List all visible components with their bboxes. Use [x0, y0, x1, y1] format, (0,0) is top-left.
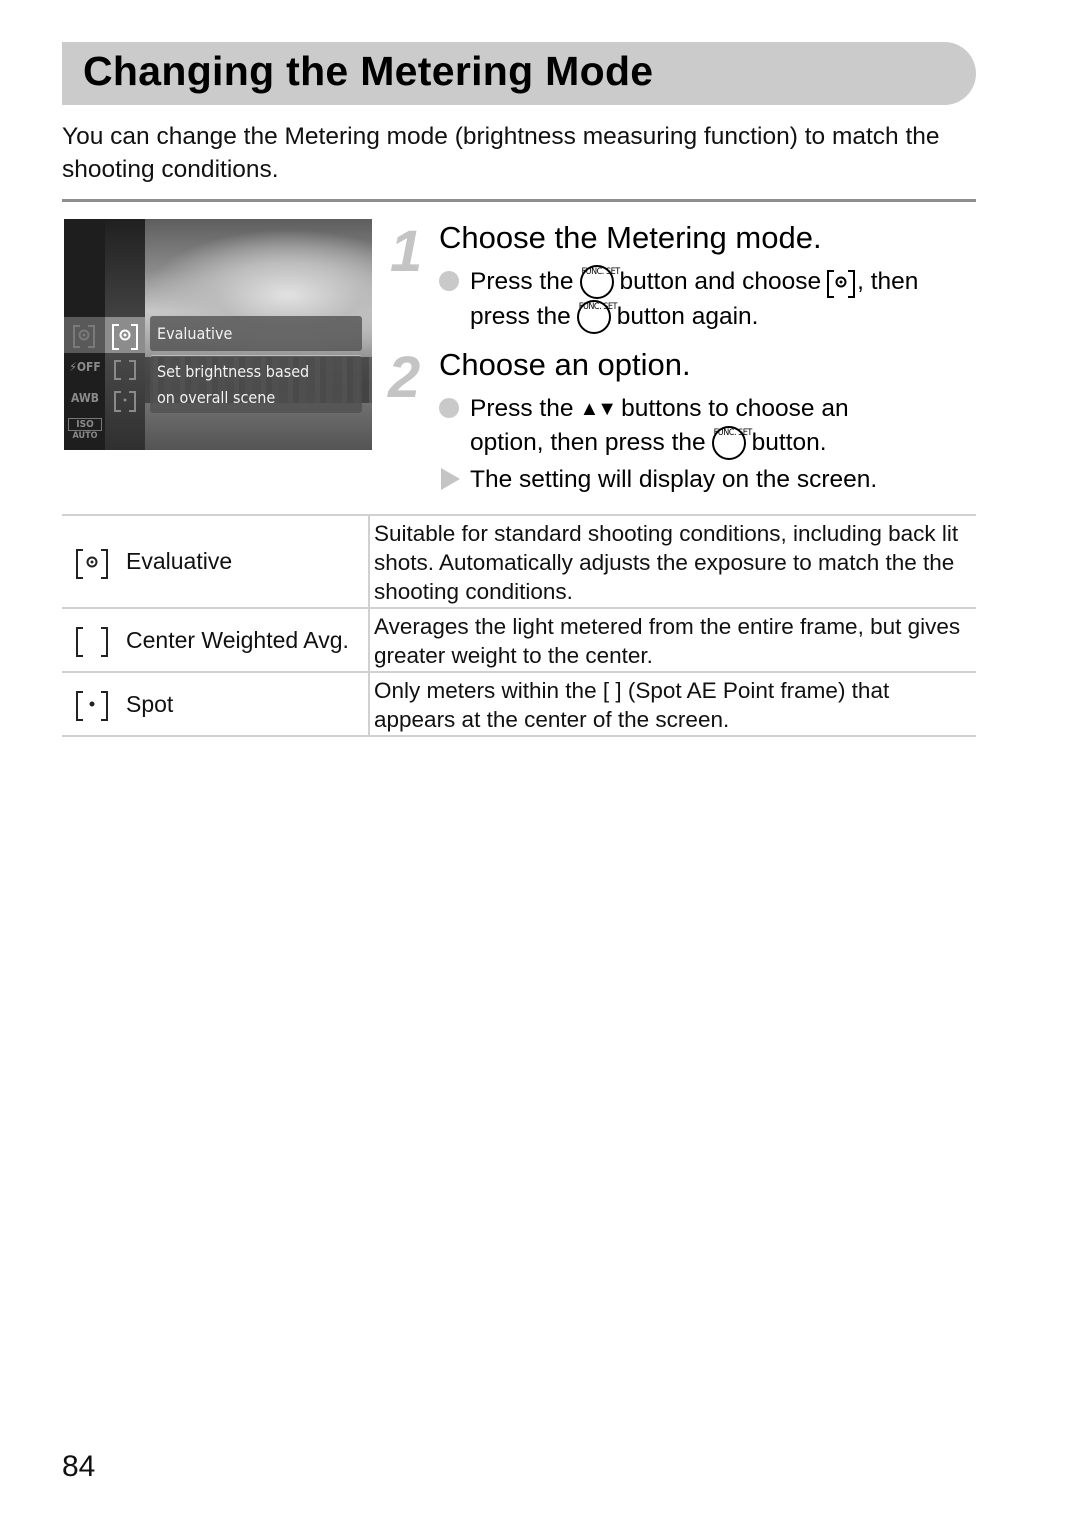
- set-label: SET: [605, 267, 620, 277]
- func-label: FUNC.: [578, 302, 602, 312]
- evaluative-dot: [86, 556, 98, 567]
- camera-screen-illustration: ⚡OFF AWB ISO AUTO Evaluative Set brightn…: [64, 219, 372, 450]
- option-name: Spot: [126, 690, 174, 717]
- option-name: Evaluative: [126, 548, 233, 574]
- table-row: Evaluative Suitable for standard shootin…: [62, 516, 976, 609]
- set-label: SET: [603, 302, 617, 312]
- step-2-line-1: Press the ▲▼ buttons to choose an: [470, 391, 849, 427]
- step-2-title: Choose an option.: [439, 347, 691, 382]
- step-2-line-2: option, then press the FUNC. SET button.: [470, 425, 827, 461]
- table-row: Center Weighted Avg. Averages the light …: [62, 609, 976, 673]
- step-2-bullet: [439, 398, 459, 418]
- step-2-number: 2: [388, 345, 421, 410]
- step-1-text-b: button and choose: [619, 268, 822, 295]
- func-label: FUNC.: [713, 428, 737, 438]
- metering-icon-dot: [78, 329, 90, 340]
- step-1-bullet: [439, 271, 459, 291]
- evaluative-frame: [76, 548, 108, 579]
- center-weighted-icon: [76, 627, 108, 657]
- option-description: Only meters within the [ ] (Spot AE Poin…: [374, 678, 890, 732]
- screen-selected-option-label: Evaluative: [150, 316, 362, 351]
- section-divider: [62, 199, 976, 202]
- func-label: FUNC.: [581, 267, 605, 277]
- iso-icon: ISO: [68, 418, 102, 431]
- step-2-text-d: button.: [751, 429, 827, 456]
- flash-off-icon: ⚡OFF: [69, 360, 101, 374]
- step-1-line-1: Press the FUNC. SET button and choose , …: [470, 264, 918, 300]
- screen-description-line1: Set brightness based: [157, 362, 310, 381]
- func-set-button-icon: FUNC. SET: [576, 300, 617, 334]
- func-set-button-icon: FUNC. SET: [711, 426, 752, 460]
- evaluative-icon-dot: [119, 329, 131, 341]
- step-1-text-a: Press the: [470, 268, 574, 295]
- spot-icon: [114, 391, 136, 412]
- step-1-text-d: press the: [470, 303, 571, 330]
- evaluative-dot: [835, 276, 847, 288]
- page-title-bar: Changing the Metering Mode: [62, 42, 976, 105]
- option-name-cell: Center Weighted Avg.: [62, 609, 370, 671]
- step-2-text-a: Press the: [470, 395, 574, 422]
- intro-paragraph: You can change the Metering mode (bright…: [62, 123, 940, 183]
- step-2-text-c: option, then press the: [470, 429, 706, 456]
- spot-icon: [76, 691, 108, 721]
- result-triangle-icon: [441, 468, 460, 490]
- step-1-text-c: , then: [857, 268, 919, 295]
- page-number: 84: [62, 1450, 96, 1483]
- option-name-cell: Evaluative: [62, 516, 370, 607]
- table-row: Spot Only meters within the [ ] (Spot AE…: [62, 673, 976, 737]
- option-name: Center Weighted Avg.: [126, 626, 349, 653]
- evaluative-icon: [827, 268, 856, 298]
- step-1-number: 1: [390, 219, 423, 284]
- screen-option-description: Set brightness based on overall scene: [150, 355, 362, 413]
- evaluative-frame: [827, 270, 856, 298]
- up-down-arrows-icon: ▲▼: [579, 397, 618, 420]
- option-name-cell: Spot: [62, 673, 370, 735]
- option-description: Averages the light metered from the enti…: [374, 614, 961, 668]
- evaluative-icon: [112, 324, 138, 350]
- step-1-line-2: press the FUNC. SET button again.: [470, 299, 758, 335]
- option-description: Suitable for standard shooting condition…: [374, 521, 959, 604]
- spot-dot: [89, 701, 95, 707]
- set-label: SET: [738, 428, 752, 438]
- step-1-text-e: button again.: [616, 303, 759, 330]
- center-weighted-icon: [114, 360, 136, 380]
- step-2-text-b: buttons to choose an: [621, 395, 849, 422]
- awb-icon: AWB: [71, 391, 99, 405]
- screen-description-line2: on overall scene: [157, 388, 276, 407]
- step-2-result: The setting will display on the screen.: [470, 466, 878, 493]
- spot-icon-dot: [123, 398, 127, 401]
- spot-frame: [76, 691, 108, 721]
- step-1-title: Choose the Metering mode.: [439, 220, 822, 255]
- page-title: Changing the Metering Mode: [83, 48, 654, 94]
- evaluative-icon: [76, 548, 108, 579]
- func-set-button-icon: FUNC. SET: [579, 265, 620, 299]
- iso-auto-icon: AUTO: [72, 431, 98, 441]
- center-weighted-frame: [76, 627, 108, 657]
- metering-icon: [73, 325, 95, 348]
- metering-options-table: Evaluative Suitable for standard shootin…: [62, 514, 976, 737]
